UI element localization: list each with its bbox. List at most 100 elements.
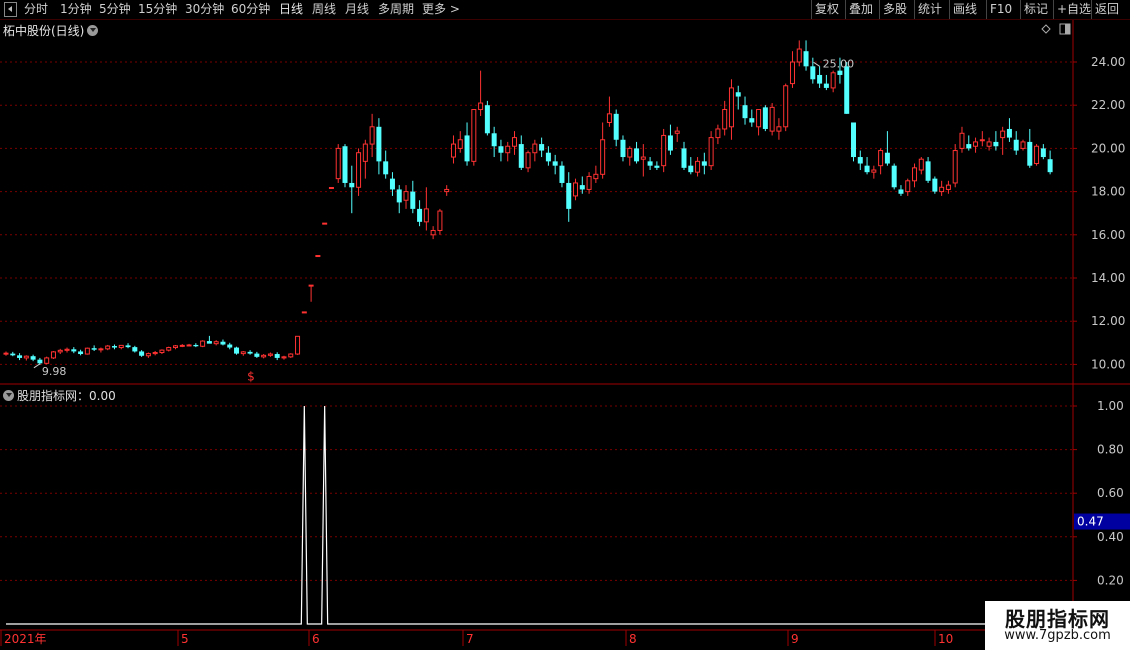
price-tick-label: 22.00 (1091, 98, 1125, 112)
candle-body-up (430, 229, 436, 236)
candle-body-down (932, 178, 938, 192)
candle-body-up (945, 184, 951, 190)
candle-body-up (776, 126, 782, 132)
candle-body-down (620, 139, 626, 158)
candle-body-up (261, 354, 267, 358)
price-tick-label: 14.00 (1091, 271, 1125, 285)
candle-body-down (667, 135, 673, 151)
candle-body-up (525, 152, 531, 169)
indicator-tick-label: 0.40 (1097, 530, 1124, 544)
kline-chart-canvas[interactable]: 24.00 22.00 20.00 18.00 16.00 14.00 12.00 10.00… (0, 0, 1130, 650)
candle-body-down (71, 349, 77, 352)
candle-body-down (1013, 139, 1019, 151)
time-axis-label: 10 (938, 632, 953, 646)
candle-body-up (918, 158, 924, 171)
candle-body-down (566, 182, 572, 209)
candle-body-up (403, 191, 409, 201)
candle-body-up (471, 109, 477, 162)
candle-body-down (254, 353, 260, 357)
watermark: 股朋指标网 www.7gpzb.com (985, 601, 1130, 650)
candle-body-down (634, 148, 640, 162)
candle-body-down (1040, 148, 1046, 158)
indicator-title: 股朋指标网：0.00 (3, 387, 116, 404)
candle-body-up (708, 137, 714, 167)
candle-body-up (722, 109, 728, 130)
candle-body-up (661, 134, 667, 167)
candle-body-up (437, 210, 443, 231)
candle-body-up (152, 352, 158, 355)
candle-body-up (145, 353, 151, 357)
candle-body-down (247, 351, 253, 354)
candle-body-down (396, 189, 402, 203)
candle-body-down (742, 105, 748, 119)
candle-body-up (959, 132, 965, 149)
candle-body-down (613, 113, 619, 140)
candle-body-up (769, 106, 775, 132)
candle-body-down (417, 208, 423, 222)
candle-body-down (274, 354, 280, 358)
candle-body-up (64, 348, 70, 351)
candle-body-up (905, 180, 911, 193)
time-axis-label: 8 (629, 632, 637, 646)
candle-body-up (593, 173, 599, 180)
indicator-line (6, 405, 1130, 625)
candle-body-up (728, 87, 734, 128)
candle-body-up (973, 141, 979, 147)
candle-body-down (484, 105, 490, 134)
candle-body-down (647, 161, 653, 166)
candle-body-down (864, 165, 870, 173)
candle-body-up (295, 335, 301, 355)
candle-body-down (966, 144, 972, 149)
candle-body-down (559, 165, 565, 183)
candle-body-down (78, 351, 84, 355)
candle-body-up (315, 255, 321, 258)
candle-body-up (606, 113, 612, 123)
candle-body-up (478, 102, 484, 111)
candle-body-down (701, 161, 707, 166)
candle-body-down (810, 66, 816, 80)
candle-body-up (308, 284, 314, 287)
price-tick-label: 10.00 (1091, 357, 1125, 371)
candle-body-up (1034, 145, 1040, 165)
candle-body-up (3, 352, 9, 355)
candle-body-down (17, 355, 23, 358)
candle-body-down (376, 126, 382, 162)
chevron-down-icon[interactable] (3, 390, 14, 401)
candle-body-down (993, 141, 999, 147)
candle-body-up (756, 109, 762, 128)
chevron-down-icon[interactable] (87, 25, 99, 36)
price-tick-label: 24.00 (1091, 55, 1125, 69)
candle-body-down (132, 347, 138, 352)
candle-body-up (240, 351, 246, 355)
time-axis-label: 7 (466, 632, 474, 646)
candle-body-down (389, 178, 395, 190)
indicator-tick-label: 0.60 (1097, 486, 1124, 500)
candle-body-down (735, 92, 741, 97)
candle-body-down (552, 161, 558, 166)
diamond-icon[interactable] (1041, 24, 1051, 34)
candle-body-down (498, 146, 504, 153)
candle-body-down (227, 344, 233, 348)
candle-body-up (796, 48, 802, 63)
candle-body-up (98, 348, 104, 351)
indicator-tick-label: 0.20 (1097, 573, 1124, 587)
candle-body-up (586, 175, 592, 190)
candle-body-down (681, 148, 687, 168)
candle-body-down (518, 144, 524, 168)
candle-body-down (410, 191, 416, 209)
time-axis-label: 6 (312, 632, 320, 646)
candle-body-up (979, 139, 985, 142)
candle-body-down (91, 348, 97, 350)
candle-body-down (206, 341, 212, 344)
candle-body-down (539, 144, 545, 151)
candle-body-down (37, 359, 43, 364)
low-price-label: 9.98 (42, 365, 67, 378)
candle-body-down (220, 341, 226, 345)
candle-body-up (878, 150, 884, 167)
candle-body-up (50, 351, 56, 359)
candle-body-down (762, 107, 768, 129)
candle-body-down (545, 152, 551, 162)
candle-body-down (139, 351, 145, 356)
candle-body-up (674, 130, 680, 134)
candle-body-down (30, 356, 36, 360)
